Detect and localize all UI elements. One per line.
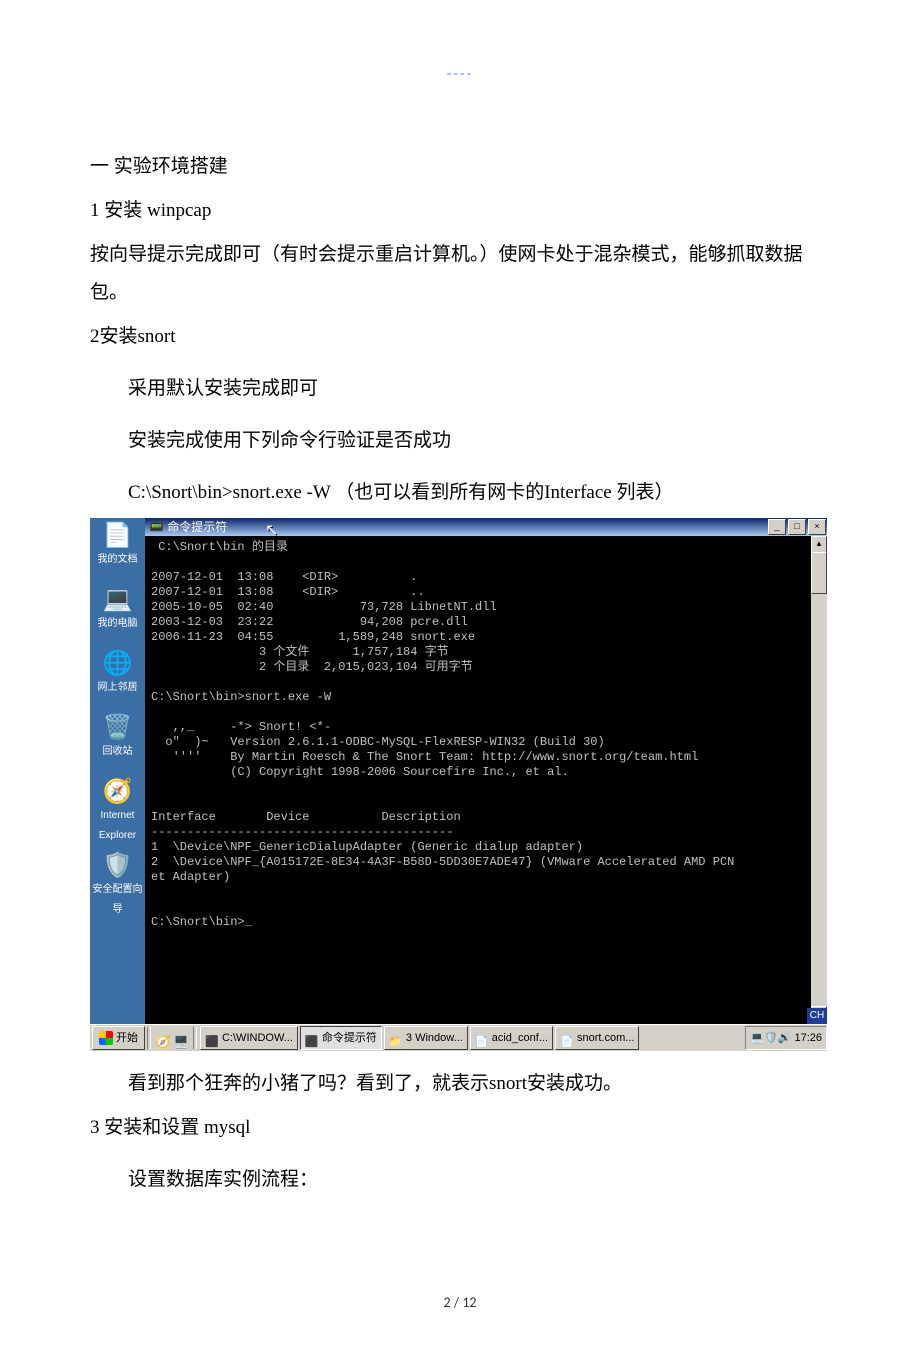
after-screenshot-text: 看到那个狂奔的小猪了吗？看到了，就表示snort安装成功。 [90,1065,830,1103]
embedded-screenshot: 📄 我的文档 💻 我的电脑 🌐 网上邻居 🗑️ 回收站 🧭 Internet Explorer 🛡️… [90,518,827,1051]
desktop-icon[interactable]: 🗑️ 回收站 [90,716,145,762]
task-icon: 📁 [389,1031,403,1045]
heading-1: 一 实验环境搭建 [90,148,830,186]
section-1-body: 按向导提示完成即可（有时会提示重启计算机。）使网卡处于混杂模式，能够抓取数据包。 [90,236,830,312]
maximize-button[interactable]: □ [788,519,806,535]
section-1-title: 1 安装 winpcap [90,192,830,230]
desktop-icon-glyph: 🗑️ [90,716,145,740]
section-2-line-1: 采用默认安装完成即可 [90,370,830,408]
start-label: 开始 [116,1027,138,1049]
taskbar-task[interactable]: 📁3 Window... [384,1026,468,1050]
taskbar-task[interactable]: ⬛C:\WINDOW... [200,1026,298,1050]
section-3-title: 3 安装和设置 mysql [90,1109,830,1147]
command-prompt-window: 📟 命令提示符 ↖ _ □ × C:\Snort\bin 的目录 2007-12… [145,518,827,1024]
section-2-title: 2安装snort [90,318,830,356]
section-2-line-2: 安装完成使用下列命令行验证是否成功 [90,422,830,460]
minimize-button[interactable]: _ [768,519,786,535]
start-button[interactable]: 开始 [92,1026,145,1050]
desktop-icon[interactable]: 🌐 网上邻居 [90,652,145,698]
task-label: snort.com... [577,1027,634,1049]
ie-icon[interactable]: 🧭 [155,1030,171,1046]
section-2-line-3: C:\Snort\bin>snort.exe -W （也可以看到所有网卡的Int… [90,474,830,512]
desktop-icon-glyph: 💻 [90,588,145,612]
task-label: acid_conf... [492,1027,548,1049]
terminal-body[interactable]: C:\Snort\bin 的目录 2007-12-01 13:08 <DIR> … [145,536,827,1004]
desktop-icon-glyph: 🌐 [90,652,145,676]
window-titlebar[interactable]: 📟 命令提示符 ↖ _ □ × [145,518,827,536]
scrollbar[interactable]: ▴ ▾ [811,536,827,1024]
desktop-icon-label: 我的文档 [98,554,138,565]
task-icon: 📄 [475,1031,489,1045]
cmd-icon: 📟 命令提示符 [149,518,227,536]
taskbar-separator [147,1027,151,1049]
task-icon: ⬛ [205,1031,219,1045]
windows-logo-icon [99,1031,113,1045]
tray-icon[interactable]: 💻 [750,1032,764,1044]
desktop-icon-glyph: 🧭 [90,780,145,804]
desktop-icon-label: 网上邻居 [98,682,138,693]
task-icon: 📄 [560,1031,574,1045]
page-number: 2 / 12 [90,1289,830,1317]
task-label: C:\WINDOW... [222,1027,293,1049]
window-title: 命令提示符 [167,520,227,534]
desktop-icon[interactable]: 🧭 Internet Explorer [90,780,145,846]
ime-indicator[interactable]: CH [807,1008,827,1024]
desktop-icon[interactable]: 📄 我的文档 [90,524,145,570]
taskbar: 开始 🧭 🖥️ ⬛C:\WINDOW...⬛命令提示符📁3 Window...📄… [90,1024,827,1051]
taskbar-task[interactable]: 📄acid_conf... [470,1026,553,1050]
close-button[interactable]: × [808,519,826,535]
desktop-icon-glyph: 📄 [90,524,145,548]
desktop-icon[interactable]: 🛡️ 安全配置向导 [90,854,145,920]
header-dashes: ---- [90,60,830,88]
clock: 17:26 [794,1027,822,1049]
tray-icon[interactable]: 🛡️ [764,1032,778,1044]
taskbar-task[interactable]: ⬛命令提示符 [300,1026,382,1050]
desktop-icon[interactable]: 💻 我的电脑 [90,588,145,634]
task-label: 3 Window... [406,1027,463,1049]
desktop-icon[interactable]: 🖥️ [173,1030,189,1046]
quick-launch: 🧭 🖥️ [153,1030,191,1046]
section-3-line-1: 设置数据库实例流程： [90,1161,830,1199]
desktop-icon-label: 我的电脑 [98,618,138,629]
scroll-thumb[interactable] [811,552,827,594]
desktop-icon-label: Internet Explorer [99,810,136,841]
tray-icon[interactable]: 🔊 [778,1032,792,1044]
taskbar-separator [193,1027,197,1049]
desktop-area: 📄 我的文档 💻 我的电脑 🌐 网上邻居 🗑️ 回收站 🧭 Internet Explorer 🛡️… [90,518,145,1024]
desktop-icon-label: 回收站 [103,746,133,757]
taskbar-task[interactable]: 📄snort.com... [555,1026,639,1050]
task-icon: ⬛ [305,1031,319,1045]
system-tray: 💻🛡️🔊 17:26 [745,1026,827,1050]
desktop-icon-glyph: 🛡️ [90,854,145,878]
desktop-icon-label: 安全配置向导 [93,884,143,915]
task-label: 命令提示符 [322,1027,377,1049]
